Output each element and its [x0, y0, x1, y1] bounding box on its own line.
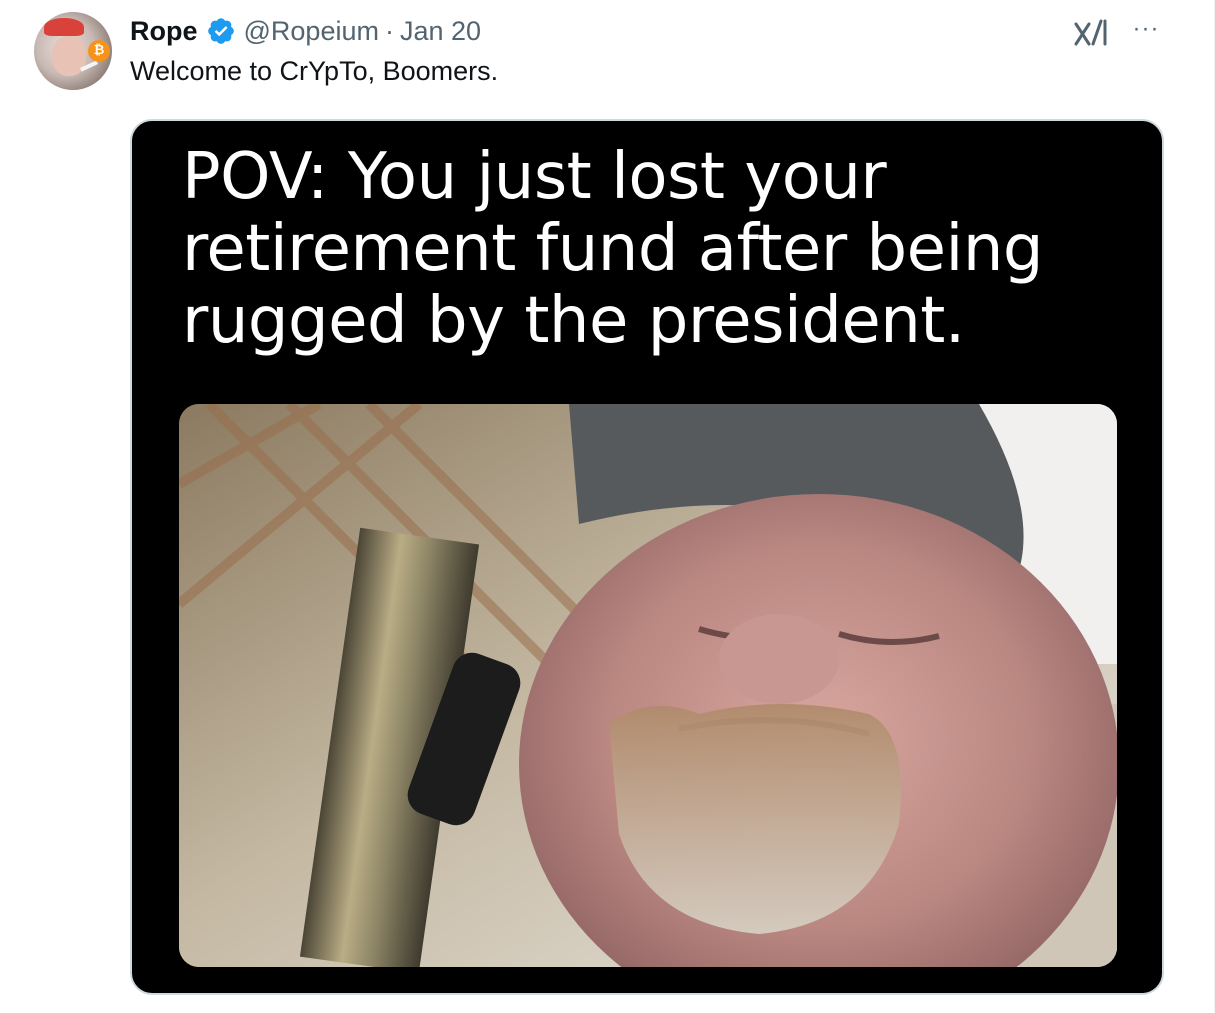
bitcoin-icon: ₿ — [88, 40, 110, 62]
tweet-text: Welcome to CrYpTo, Boomers. — [130, 56, 499, 86]
tweet-media[interactable]: POV: You just lost your retirement fund … — [130, 119, 1164, 995]
tweet-card[interactable]: ₿ Rope @Ropeium · Jan 20 ··· Welcome to … — [0, 0, 1215, 1013]
meme-caption: POV: You just lost your retirement fund … — [182, 140, 1044, 358]
grok-icon[interactable] — [1072, 18, 1112, 48]
author-handle[interactable]: @Ropeium — [244, 16, 379, 47]
meme-photo[interactable] — [179, 404, 1117, 967]
meme-photo-illustration — [179, 404, 1117, 967]
separator-dot: · — [384, 15, 394, 46]
avatar[interactable]: ₿ — [34, 12, 112, 90]
avatar-hat — [44, 18, 84, 36]
verified-badge-icon[interactable] — [206, 16, 236, 46]
author-name[interactable]: Rope — [130, 16, 198, 47]
more-options-icon[interactable]: ··· — [1126, 14, 1166, 44]
tweet-header: Rope @Ropeium · Jan 20 — [130, 12, 481, 50]
tweet-date[interactable]: Jan 20 — [400, 16, 481, 47]
